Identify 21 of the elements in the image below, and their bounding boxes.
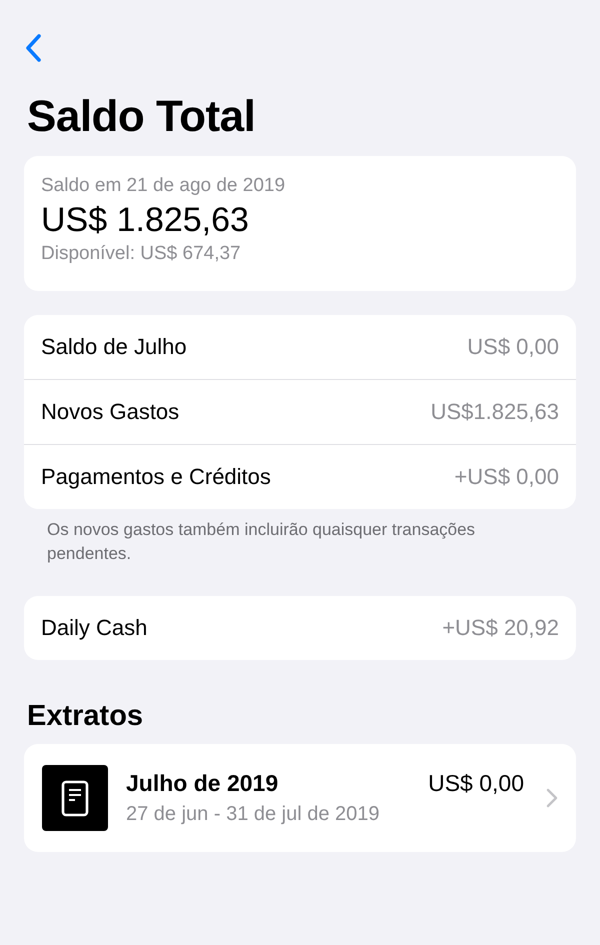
row-value: +US$ 20,92 xyxy=(442,615,559,641)
page-title: Saldo Total xyxy=(27,92,256,142)
row-label: Novos Gastos xyxy=(41,399,180,425)
document-icon xyxy=(42,765,108,831)
row-value: US$ 0,00 xyxy=(467,334,559,360)
available-balance: Disponível: US$ 674,37 xyxy=(41,242,242,266)
footnote: Os novos gastos também incluirão quaisquer transações pendentes. xyxy=(47,519,476,565)
statement-amount: US$ 0,00 xyxy=(428,770,524,797)
statement-period: 27 de jun - 31 de jul de 2019 xyxy=(126,803,381,826)
row-label: Pagamentos e Créditos xyxy=(41,464,271,490)
chevron-right-icon xyxy=(546,788,558,808)
balance-amount: US$ 1.825,63 xyxy=(41,200,250,240)
back-chevron-icon xyxy=(24,33,42,63)
section-heading: Extratos xyxy=(27,699,144,734)
row-value: +US$ 0,00 xyxy=(454,464,559,490)
balance-date: Saldo em 21 de ago de 2019 xyxy=(41,174,286,198)
row-label: Saldo de Julho xyxy=(41,334,187,360)
statement-title: Julho de 2019 xyxy=(126,770,278,797)
statement-item[interactable]: Julho de 2019 US$ 0,00 27 de jun - 31 de jul de 2019 xyxy=(24,744,576,852)
row-label: Daily Cash xyxy=(41,615,148,641)
row-value: US$1.825,63 xyxy=(430,399,559,425)
